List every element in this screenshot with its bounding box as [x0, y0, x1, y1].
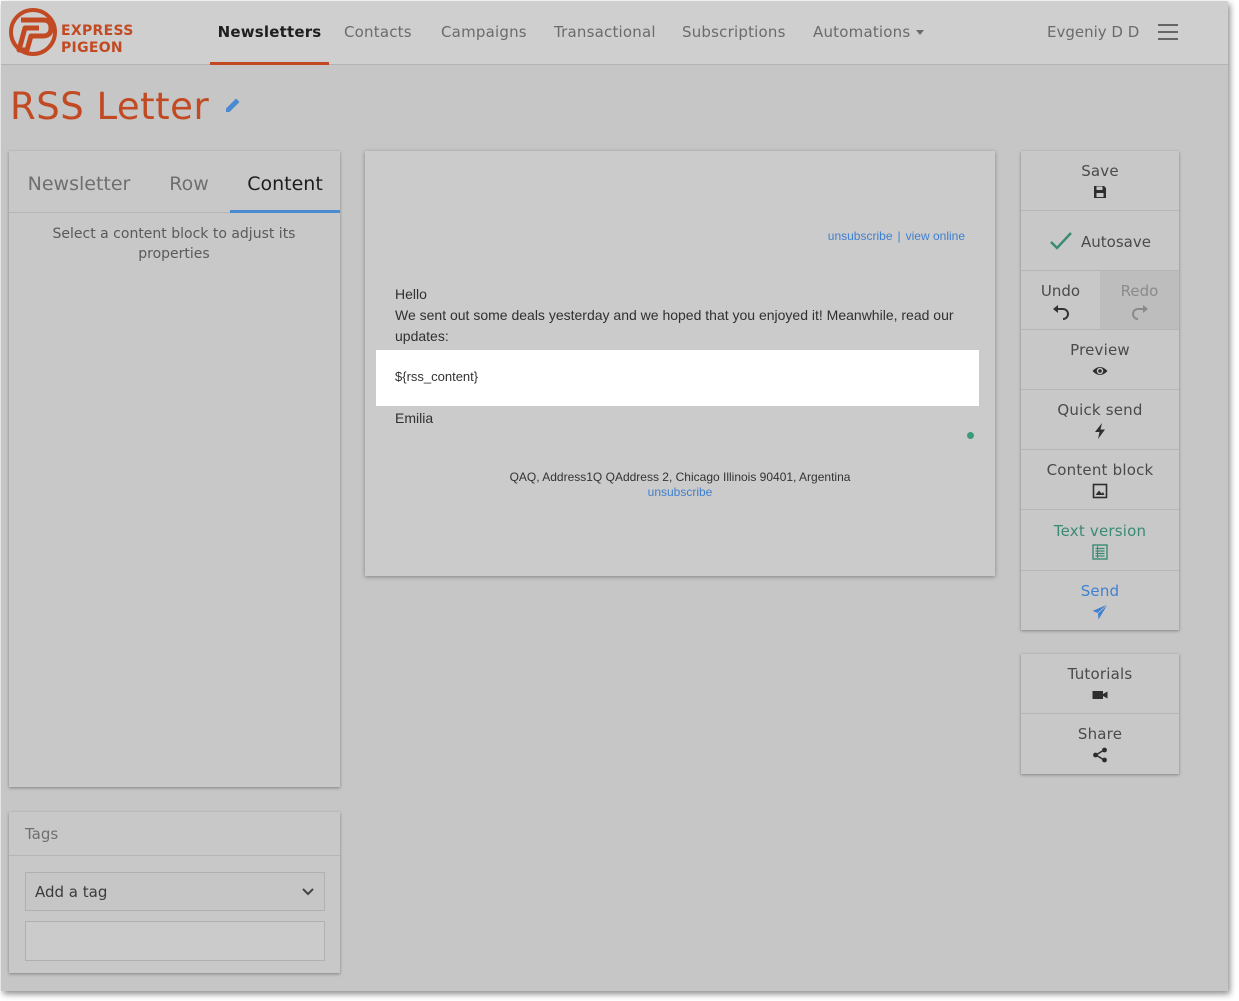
tab-row[interactable]: Row — [149, 151, 229, 213]
nav-automations[interactable]: Automations — [813, 1, 925, 65]
page-title: RSS Letter — [10, 85, 210, 128]
tutorials-button[interactable]: Tutorials — [1021, 654, 1179, 714]
footer-unsubscribe-link: unsubscribe — [365, 485, 995, 499]
rss-content-block[interactable]: ${rss_content} — [376, 350, 979, 406]
redo-arrow-icon — [1131, 305, 1148, 320]
chevron-down-icon — [302, 888, 314, 896]
link-separator: | — [897, 229, 901, 243]
footer-unsubscribe-text[interactable]: unsubscribe — [648, 485, 713, 499]
autosave-label: Autosave — [1081, 233, 1151, 251]
rss-placeholder: ${rss_content} — [395, 369, 479, 384]
status-dot — [967, 432, 974, 439]
properties-tabs: Newsletter Row Content — [9, 151, 340, 213]
save-button[interactable]: Save — [1021, 151, 1179, 211]
email-greeting: Hello — [395, 286, 427, 302]
checkmark-icon — [1050, 232, 1072, 250]
send-label: Send — [1080, 582, 1120, 600]
nav-automations-label: Automations — [813, 23, 911, 41]
nav-transactional[interactable]: Transactional — [554, 1, 656, 65]
help-panel: Tutorials Share — [1021, 654, 1179, 774]
add-tag-select[interactable]: Add a tag — [25, 872, 325, 911]
undo-button[interactable]: Undo — [1021, 271, 1100, 330]
hamburger-menu-icon[interactable] — [1158, 24, 1178, 40]
email-body: We sent out some deals yesterday and we … — [395, 307, 954, 344]
undo-label: Undo — [1040, 282, 1081, 300]
logo-text-express: EXPRESS — [61, 23, 134, 39]
express-pigeon-logo[interactable]: EXPRESS PIGEON — [9, 6, 139, 60]
footer-address: QAQ, Address1Q QAddress 2, Chicago Illin… — [509, 470, 851, 484]
user-name[interactable]: Evgeniy D D — [1047, 23, 1139, 41]
top-nav-bar: EXPRESS PIGEON Newsletters Contacts Camp… — [1, 1, 1228, 65]
properties-panel: Newsletter Row Content Select a content … — [9, 151, 340, 787]
pencil-edit-icon[interactable] — [224, 96, 242, 114]
email-signature[interactable]: Emilia — [395, 410, 433, 426]
nav-newsletters[interactable]: Newsletters — [210, 1, 329, 65]
share-button[interactable]: Share — [1021, 714, 1179, 774]
quick-send-button[interactable]: Quick send — [1021, 390, 1179, 450]
video-camera-icon — [1092, 691, 1108, 699]
tags-title: Tags — [25, 825, 59, 843]
share-label: Share — [1077, 725, 1123, 743]
redo-button[interactable]: Redo — [1100, 271, 1179, 330]
tags-panel: Tags Add a tag — [9, 812, 340, 973]
email-canvas[interactable]: unsubscribe | view online Hello We sent ou… — [365, 151, 995, 576]
nav-contacts[interactable]: Contacts — [344, 1, 412, 65]
actions-panel: Save Autosave Undo Redo Preview Quick se… — [1021, 151, 1179, 630]
logo-text-pigeon: PIGEON — [61, 40, 123, 56]
header-links: unsubscribe | view online — [828, 229, 965, 243]
save-label: Save — [1081, 162, 1119, 180]
image-block-icon — [1092, 483, 1108, 499]
content-block-button[interactable]: Content block — [1021, 450, 1179, 510]
tags-header: Tags — [9, 812, 340, 856]
text-list-icon — [1092, 544, 1108, 560]
nav-campaigns[interactable]: Campaigns — [441, 1, 527, 65]
tab-content[interactable]: Content — [230, 151, 340, 213]
view-online-link[interactable]: view online — [906, 229, 965, 243]
tab-newsletter[interactable]: Newsletter — [9, 151, 149, 213]
floppy-disk-icon — [1094, 186, 1106, 198]
lightning-bolt-icon — [1095, 423, 1105, 439]
autosave-toggle[interactable]: Autosave — [1021, 211, 1179, 271]
email-text-block[interactable]: Hello We sent out some deals yesterday a… — [395, 284, 955, 347]
preview-label: Preview — [1070, 341, 1130, 359]
tutorials-label: Tutorials — [1067, 665, 1133, 683]
send-button[interactable]: Send — [1021, 571, 1179, 631]
text-version-label: Text version — [1053, 522, 1147, 540]
tags-input[interactable] — [25, 921, 325, 961]
nav-subscriptions[interactable]: Subscriptions — [682, 1, 786, 65]
preview-button[interactable]: Preview — [1021, 330, 1179, 390]
unsubscribe-link[interactable]: unsubscribe — [828, 229, 893, 243]
share-icon — [1093, 747, 1107, 763]
quick-send-label: Quick send — [1057, 401, 1143, 419]
text-version-button[interactable]: Text version — [1021, 511, 1179, 571]
add-tag-placeholder: Add a tag — [35, 883, 108, 901]
properties-hint: Select a content block to adjust its pro… — [52, 226, 296, 262]
app-window: EXPRESS PIGEON Newsletters Contacts Camp… — [1, 1, 1228, 991]
caret-down-icon — [916, 30, 925, 35]
redo-label: Redo — [1120, 282, 1159, 300]
eye-icon — [1092, 367, 1108, 375]
undo-arrow-icon — [1052, 305, 1069, 320]
content-block-label: Content block — [1046, 461, 1154, 479]
paper-plane-icon — [1092, 604, 1108, 620]
